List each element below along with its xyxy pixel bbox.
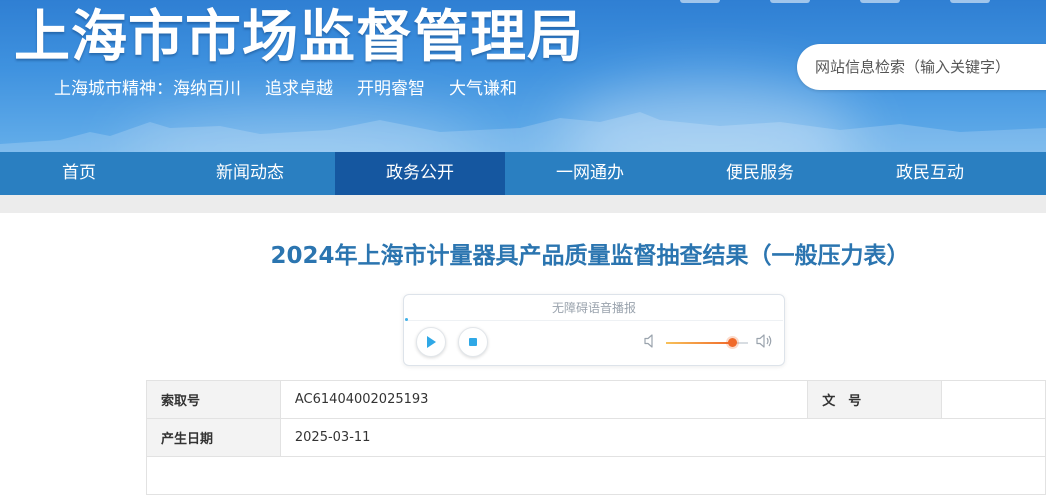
volume-low-icon[interactable] — [644, 333, 658, 349]
skyline-decoration — [0, 112, 1046, 152]
volume-slider[interactable] — [666, 338, 748, 347]
index-no-value: AC61404002025193 — [279, 380, 809, 419]
top-link[interactable] — [950, 0, 990, 3]
volume-high-icon[interactable] — [756, 333, 774, 349]
volume-handle[interactable] — [727, 338, 737, 347]
play-icon — [427, 336, 436, 348]
nav-item-gov-affairs[interactable]: 政务公开 — [335, 152, 505, 195]
doc-no-value — [941, 380, 1046, 419]
search-input[interactable]: 网站信息检索（输入关键字） — [797, 44, 1046, 90]
player-progress-dot[interactable] — [405, 318, 408, 321]
top-link[interactable] — [860, 0, 900, 3]
table-row: 产生日期 2025-03-11 — [146, 418, 1046, 457]
player-progress-track[interactable] — [405, 320, 783, 321]
spirit-item: 追求卓越 — [265, 79, 333, 99]
city-spirit-slogan: 上海城市精神：海纳百川 追求卓越 开明睿智 大气谦和 — [54, 78, 541, 100]
nav-item-home[interactable]: 首页 — [0, 152, 165, 195]
top-links — [680, 0, 1040, 7]
stop-button[interactable] — [458, 327, 488, 357]
volume-fill — [666, 342, 732, 344]
index-no-label: 索取号 — [146, 380, 281, 419]
spirit-item: 开明睿智 — [357, 79, 425, 99]
table-row — [146, 456, 1046, 495]
top-link[interactable] — [770, 0, 810, 3]
spirit-item: 大气谦和 — [449, 79, 517, 99]
date-label: 产生日期 — [146, 418, 281, 457]
site-title[interactable]: 上海市市场监督管理局 — [14, 4, 584, 72]
play-button[interactable] — [416, 327, 446, 357]
nav-item-online-services[interactable]: 一网通办 — [505, 152, 675, 195]
spirit-item: 海纳百川 — [173, 79, 241, 99]
main-nav: 首页 新闻动态 政务公开 一网通办 便民服务 政民互动 — [0, 152, 1046, 195]
table-row: 索取号 AC61404002025193 文 号 — [146, 380, 1046, 419]
nav-item-news[interactable]: 新闻动态 — [165, 152, 335, 195]
nav-separator-band — [0, 195, 1046, 213]
article-title: 2024年上海市计量器具产品质量监督抽查结果（一般压力表） — [270, 243, 910, 269]
date-value: 2025-03-11 — [279, 418, 1046, 457]
top-link[interactable] — [680, 0, 720, 3]
nav-item-public-services[interactable]: 便民服务 — [675, 152, 845, 195]
doc-no-label: 文 号 — [807, 380, 943, 419]
table-cell-empty — [146, 456, 1046, 495]
player-label: 无障碍语音播报 — [551, 301, 636, 315]
header-banner: 上海市市场监督管理局 上海城市精神：海纳百川 追求卓越 开明睿智 大气谦和 网站信息检… — [0, 0, 1046, 152]
stop-icon — [469, 338, 477, 346]
document-info-table: 索取号 AC61404002025193 文 号 产生日期 2025-03-11 — [146, 380, 1046, 495]
spirit-lead: 上海城市精神： — [54, 79, 173, 99]
audio-player: 无障碍语音播报 — [403, 294, 785, 366]
nav-item-interaction[interactable]: 政民互动 — [845, 152, 1015, 195]
